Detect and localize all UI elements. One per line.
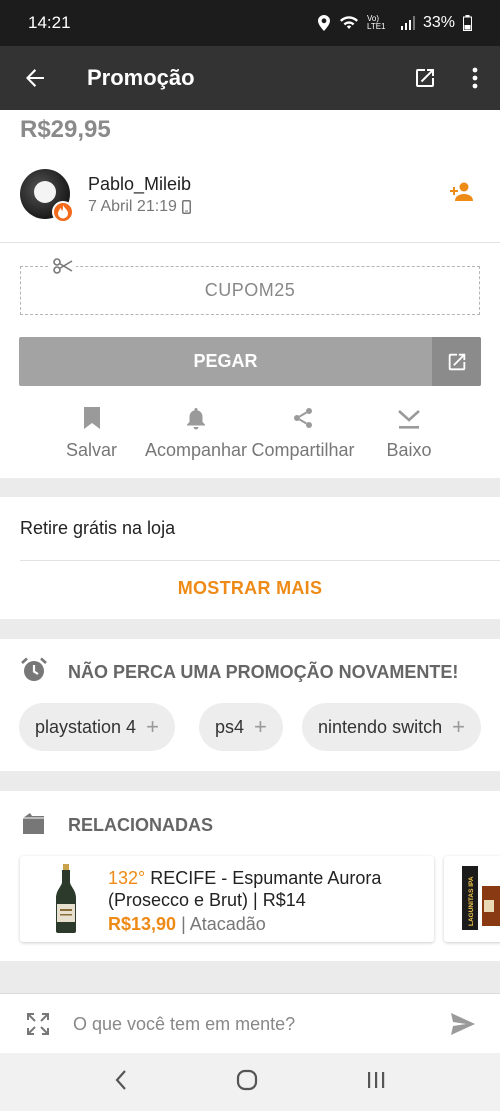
avatar[interactable] bbox=[20, 169, 74, 223]
divider bbox=[20, 560, 500, 561]
get-deal-label: PEGAR bbox=[193, 351, 258, 371]
expand-button[interactable] bbox=[26, 1012, 50, 1041]
related-deal-card[interactable]: 132° RECIFE - Espumante Aurora (Prosecco… bbox=[20, 856, 434, 942]
tag-icon bbox=[20, 810, 48, 841]
signal-icon bbox=[400, 16, 415, 30]
related-deal-title: 132° RECIFE - Espumante Aurora (Prosecco… bbox=[108, 867, 428, 911]
back-button[interactable] bbox=[0, 46, 70, 110]
nav-home-button[interactable] bbox=[236, 1069, 258, 1096]
share-button[interactable]: Compartilhar bbox=[249, 404, 357, 461]
alert-chip-ps4[interactable]: ps4 + bbox=[199, 703, 283, 751]
related-deal-price: R$13,90 bbox=[108, 914, 177, 934]
comment-input[interactable]: O que você tem em mente? bbox=[73, 1014, 295, 1035]
system-navigation-bar bbox=[0, 1053, 500, 1111]
chip-label: playstation 4 bbox=[35, 716, 137, 737]
deal-description: Retire grátis na loja bbox=[20, 518, 176, 538]
page-title: Promoção bbox=[87, 65, 195, 90]
related-deal-store: | Atacadão bbox=[181, 914, 266, 934]
battery-percent: 33% bbox=[422, 14, 455, 31]
related-deal-card-next[interactable]: LAGUNITAS IPA bbox=[444, 856, 500, 942]
flame-badge-icon bbox=[52, 201, 74, 223]
get-deal-button[interactable]: PEGAR bbox=[19, 337, 481, 386]
coupon-code-box[interactable]: CUPOM25 bbox=[20, 266, 480, 315]
save-button[interactable]: Salvar bbox=[66, 404, 117, 461]
author-name[interactable]: Pablo_Mileib bbox=[88, 174, 191, 195]
network-label: Vo) LTE1 bbox=[366, 14, 386, 31]
related-header: RELACIONADAS bbox=[20, 810, 213, 841]
expand-icon bbox=[27, 1013, 49, 1035]
send-icon bbox=[451, 1013, 475, 1035]
battery-icon bbox=[463, 15, 472, 31]
status-time: 14:21 bbox=[28, 13, 71, 32]
alerts-header: NÃO PERCA UMA PROMOÇÃO NOVAMENTE! bbox=[20, 656, 458, 689]
avatar-face bbox=[34, 181, 56, 203]
follow-deal-button[interactable]: Acompanhar bbox=[144, 404, 248, 461]
plus-icon: + bbox=[254, 714, 267, 739]
temperature-badge: 132° bbox=[108, 868, 146, 888]
get-deal-external-button[interactable] bbox=[432, 337, 481, 386]
wifi-icon bbox=[339, 15, 359, 31]
bell-icon bbox=[144, 404, 248, 432]
send-button[interactable] bbox=[450, 1012, 476, 1041]
app-bar: Promoção bbox=[0, 46, 500, 110]
post-date-text: 7 Abril 21:19 bbox=[88, 198, 177, 215]
plus-icon: + bbox=[452, 714, 465, 739]
sparkling-wine-bottle-image bbox=[56, 864, 76, 933]
vote-down-icon bbox=[386, 404, 432, 432]
chip-label: ps4 bbox=[215, 716, 245, 737]
comment-bar: O que você tem em mente? bbox=[0, 993, 500, 1053]
open-external-button[interactable] bbox=[400, 46, 450, 110]
related-title: RELACIONADAS bbox=[68, 815, 214, 835]
alarm-clock-icon bbox=[20, 656, 48, 689]
follow-user-button[interactable] bbox=[450, 182, 476, 207]
open-external-icon bbox=[448, 353, 465, 370]
more-vertical-icon bbox=[472, 67, 478, 89]
status-bar: 14:21 Vo) LTE1 33% bbox=[0, 0, 500, 46]
related-deal-price-row: R$13,90 | Atacadão bbox=[108, 914, 266, 935]
share-icon bbox=[249, 404, 357, 432]
more-options-button[interactable] bbox=[450, 46, 500, 110]
follow-deal-label: Acompanhar bbox=[144, 440, 248, 460]
home-circle-icon bbox=[236, 1069, 258, 1090]
open-external-icon bbox=[416, 69, 434, 87]
scissors-icon bbox=[50, 258, 76, 279]
deal-actions: Salvar Acompanhar Compartilhar Baixo bbox=[0, 404, 500, 470]
chip-label: nintendo switch bbox=[318, 716, 443, 737]
mobile-device-icon bbox=[181, 200, 191, 214]
plus-icon: + bbox=[146, 714, 159, 739]
deal-price: R$29,95 bbox=[20, 116, 111, 143]
share-label: Compartilhar bbox=[251, 440, 355, 460]
nav-recents-button[interactable] bbox=[366, 1070, 386, 1095]
alert-chip-playstation-4[interactable]: playstation 4 + bbox=[19, 703, 175, 751]
bookmark-icon bbox=[83, 404, 101, 432]
show-more-button[interactable]: MOSTRAR MAIS bbox=[0, 578, 500, 599]
author-row: Pablo_Mileib 7 Abril 21:19 bbox=[0, 162, 500, 228]
beer-label-text: LAGUNITAS IPA bbox=[468, 876, 475, 926]
location-icon bbox=[317, 15, 331, 31]
related-deal-title-text: RECIFE - Espumante Aurora (Prosecco e Br… bbox=[108, 868, 382, 910]
divider bbox=[0, 242, 500, 243]
status-icons: Vo) LTE1 33% bbox=[317, 14, 472, 32]
post-date: 7 Abril 21:19 bbox=[88, 198, 191, 216]
alert-chip-nintendo-switch[interactable]: nintendo switch + bbox=[302, 703, 481, 751]
save-label: Salvar bbox=[66, 440, 118, 460]
add-user-icon bbox=[450, 182, 473, 201]
recents-icon bbox=[368, 1071, 385, 1088]
arrow-left-icon bbox=[26, 69, 44, 87]
description-card bbox=[0, 497, 500, 619]
beer-bottle-image: LAGUNITAS IPA bbox=[462, 866, 500, 930]
vote-down-label: Baixo bbox=[386, 440, 432, 460]
alerts-title: NÃO PERCA UMA PROMOÇÃO NOVAMENTE! bbox=[68, 662, 459, 682]
vote-down-button[interactable]: Baixo bbox=[386, 404, 432, 461]
chevron-left-icon bbox=[115, 1069, 126, 1090]
nav-back-button[interactable] bbox=[114, 1069, 128, 1096]
